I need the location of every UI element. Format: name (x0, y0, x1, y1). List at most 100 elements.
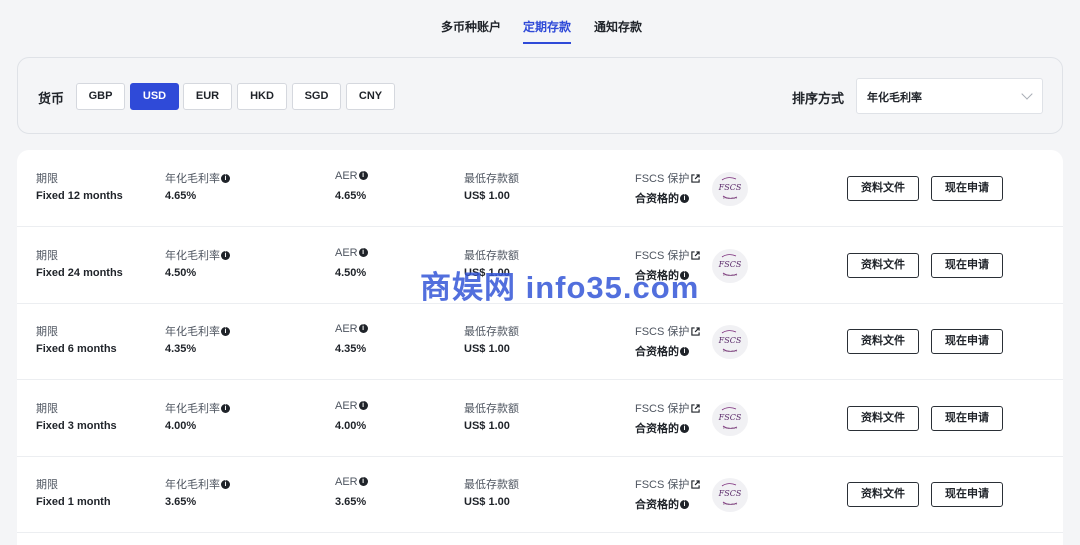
external-link-icon[interactable] (691, 250, 701, 260)
gross-rate-label: 年化毛利率 i (165, 323, 230, 339)
filter-panel: 货币 GBP USD EUR HKD SGD CNY 排序方式 年化毛利率 (17, 57, 1063, 134)
term-label: 期限 (36, 250, 58, 262)
min-deposit-value: US$ 1.00 (464, 343, 510, 355)
tab-fixed-deposit[interactable]: 定期存款 (523, 18, 572, 44)
aer-label: AER i (335, 323, 368, 335)
gross-rate-value: 4.50% (165, 267, 197, 279)
info-icon[interactable]: i (358, 170, 368, 180)
info-icon[interactable]: i (221, 326, 230, 336)
info-icon[interactable]: i (221, 173, 230, 183)
aer-value: 4.65% (335, 190, 367, 202)
info-icon[interactable]: i (221, 250, 230, 260)
fscs-label: FSCS 保护 (635, 323, 701, 339)
fscs-protected-logo: FSCS Protected (712, 249, 748, 283)
fscs-value: 合资格的 i (635, 267, 689, 283)
documents-button[interactable]: 资料文件 (847, 482, 919, 507)
fscs-label: FSCS 保护 (635, 170, 701, 186)
svg-text:FSCS: FSCS (718, 413, 742, 422)
info-icon[interactable]: i (680, 499, 689, 509)
sort-selected-value: 年化毛利率 (867, 92, 922, 104)
documents-button[interactable]: 资料文件 (847, 406, 919, 431)
fscs-protected-logo: FSCS Protected (712, 402, 748, 436)
product-row: 期限 Fixed 3 months 年化毛利率 i 4.00% AER i 4.00… (17, 380, 1063, 457)
currency-button-cny[interactable]: CNY (346, 83, 395, 110)
documents-button[interactable]: 资料文件 (847, 253, 919, 278)
term-label: 期限 (36, 173, 58, 185)
currency-button-sgd[interactable]: SGD (292, 83, 341, 110)
min-deposit-value: US$ 1.00 (464, 420, 510, 432)
aer-label: AER i (335, 400, 368, 412)
aer-label: AER i (335, 247, 368, 259)
row-divider (17, 532, 1063, 533)
info-icon[interactable]: i (358, 476, 368, 486)
term-label: 期限 (36, 479, 58, 491)
gross-rate-label: 年化毛利率 i (165, 476, 230, 492)
svg-text:FSCS: FSCS (718, 336, 742, 345)
product-row: 期限 Fixed 1 month 年化毛利率 i 3.65% AER i 3.65%… (17, 456, 1063, 533)
info-icon[interactable]: i (680, 423, 689, 433)
info-icon[interactable]: i (221, 403, 230, 413)
info-icon[interactable]: i (358, 400, 368, 410)
fscs-protected-logo: FSCS Protected (712, 172, 748, 206)
svg-text:FSCS: FSCS (718, 260, 742, 269)
info-icon[interactable]: i (358, 247, 368, 257)
external-link-icon[interactable] (691, 173, 701, 183)
sort-label: 排序方式 (792, 91, 845, 106)
external-link-icon[interactable] (691, 479, 701, 489)
svg-text:Protected: Protected (723, 196, 737, 200)
gross-rate-label: 年化毛利率 i (165, 170, 230, 186)
tab-notice-deposit[interactable]: 通知存款 (594, 18, 642, 35)
fscs-label: FSCS 保护 (635, 247, 701, 263)
fscs-value: 合资格的 i (635, 420, 689, 436)
fscs-label: FSCS 保护 (635, 476, 701, 492)
gross-rate-value: 4.00% (165, 420, 197, 432)
aer-label: AER i (335, 476, 368, 488)
documents-button[interactable]: 资料文件 (847, 329, 919, 354)
info-icon[interactable]: i (680, 346, 689, 356)
documents-button[interactable]: 资料文件 (847, 176, 919, 201)
min-deposit-label: 最低存款额 (464, 173, 519, 185)
svg-text:Protected: Protected (723, 502, 737, 506)
apply-now-button[interactable]: 现在申请 (931, 329, 1003, 354)
gross-rate-label: 年化毛利率 i (165, 247, 230, 263)
currency-button-usd[interactable]: USD (130, 83, 179, 110)
gross-rate-value: 3.65% (165, 496, 197, 508)
sort-select[interactable]: 年化毛利率 (856, 78, 1043, 114)
min-deposit-label: 最低存款额 (464, 250, 519, 262)
fscs-label: FSCS 保护 (635, 400, 701, 416)
product-row: 期限 Fixed 12 months 年化毛利率 i 4.65% AER i 4.6… (17, 150, 1063, 227)
apply-now-button[interactable]: 现在申请 (931, 253, 1003, 278)
fscs-value: 合资格的 i (635, 190, 689, 206)
svg-text:FSCS: FSCS (718, 183, 742, 192)
fscs-protected-logo: FSCS Protected (712, 478, 748, 512)
currency-button-gbp[interactable]: GBP (76, 83, 125, 110)
apply-now-button[interactable]: 现在申请 (931, 482, 1003, 507)
aer-value: 4.50% (335, 267, 367, 279)
product-row: 期限 Fixed 6 months 年化毛利率 i 4.35% AER i 4.35… (17, 303, 1063, 380)
apply-now-button[interactable]: 现在申请 (931, 406, 1003, 431)
svg-text:Protected: Protected (723, 426, 737, 430)
min-deposit-label: 最低存款额 (464, 403, 519, 415)
svg-text:Protected: Protected (723, 349, 737, 353)
apply-now-button[interactable]: 现在申请 (931, 176, 1003, 201)
currency-button-eur[interactable]: EUR (183, 83, 232, 110)
term-value: Fixed 1 month (36, 496, 111, 508)
deposit-product-list: 期限 Fixed 12 months 年化毛利率 i 4.65% AER i 4.6… (17, 150, 1063, 545)
term-value: Fixed 24 months (36, 267, 123, 279)
currency-label: 货币 (38, 91, 65, 106)
info-icon[interactable]: i (680, 193, 689, 203)
info-icon[interactable]: i (221, 479, 230, 489)
min-deposit-label: 最低存款额 (464, 326, 519, 338)
svg-text:Protected: Protected (723, 273, 737, 277)
info-icon[interactable]: i (358, 323, 368, 333)
term-value: Fixed 3 months (36, 420, 117, 432)
min-deposit-value: US$ 1.00 (464, 267, 510, 279)
term-label: 期限 (36, 326, 58, 338)
external-link-icon[interactable] (691, 403, 701, 413)
external-link-icon[interactable] (691, 326, 701, 336)
chevron-down-icon (1021, 88, 1033, 100)
currency-button-hkd[interactable]: HKD (237, 83, 287, 110)
info-icon[interactable]: i (680, 270, 689, 280)
tab-multi-currency-account[interactable]: 多币种账户 (441, 18, 501, 35)
product-tabs: 多币种账户 定期存款 通知存款 (0, 0, 1080, 50)
